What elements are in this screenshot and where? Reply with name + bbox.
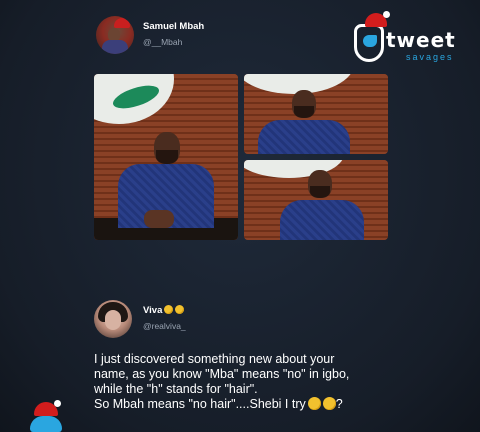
person <box>244 74 388 154</box>
tweet1-photo-grid <box>94 74 388 240</box>
avatar-face <box>105 310 121 330</box>
tweet2-text-line-4: So Mbah means "no hair"....Shebi I try <box>94 397 306 411</box>
bird-icon <box>363 35 377 47</box>
brand-logo: tweet savages <box>352 6 462 70</box>
santa-hat-icon <box>114 18 130 28</box>
hugging-face-emoji-icon <box>307 397 321 410</box>
person <box>244 160 388 240</box>
bird-in-cup-icon <box>354 11 390 62</box>
brand-logo-text: tweet <box>386 28 456 52</box>
hat-pompom <box>383 11 390 18</box>
tweet1-photo-1[interactable] <box>94 74 238 240</box>
tweet1-photo-3[interactable] <box>244 160 388 240</box>
person <box>94 74 238 240</box>
avatar-body <box>102 40 128 54</box>
tweet2-text-line-3: while the "h" stands for "hair". <box>94 382 258 396</box>
tweet2-author-name-row: Viva <box>143 305 185 316</box>
brand-logo-partial <box>22 400 70 432</box>
tweet1-photo-2[interactable] <box>244 74 388 154</box>
tweet1-author-handle[interactable]: @__Mbah <box>143 37 182 47</box>
crown-emoji-icon <box>175 305 185 314</box>
tweet2-text: I just discovered something new about yo… <box>94 352 434 412</box>
brand-logo-subtext: savages <box>406 52 454 62</box>
hugging-face-emoji-icon <box>322 397 336 410</box>
tweet2-author-handle[interactable]: @realviva_ <box>143 321 186 331</box>
tweet2-text-line-2: name, as you know "Mba" means "no" in ig… <box>94 367 350 381</box>
tweet2-avatar[interactable] <box>94 300 132 338</box>
tweet1-avatar[interactable] <box>96 16 134 54</box>
tweet2-author-name[interactable]: Viva <box>143 305 162 316</box>
crown-emoji-icon <box>164 305 174 314</box>
tweet2-text-line-4-row: So Mbah means "no hair"....Shebi I try? <box>94 397 434 412</box>
tweet2-text-line-1: I just discovered something new about yo… <box>94 352 335 366</box>
bird-icon <box>30 416 62 432</box>
tweet1-author-name[interactable]: Samuel Mbah <box>143 21 204 32</box>
tweet2-text-end: ? <box>335 397 343 411</box>
hat-pompom <box>54 400 61 407</box>
